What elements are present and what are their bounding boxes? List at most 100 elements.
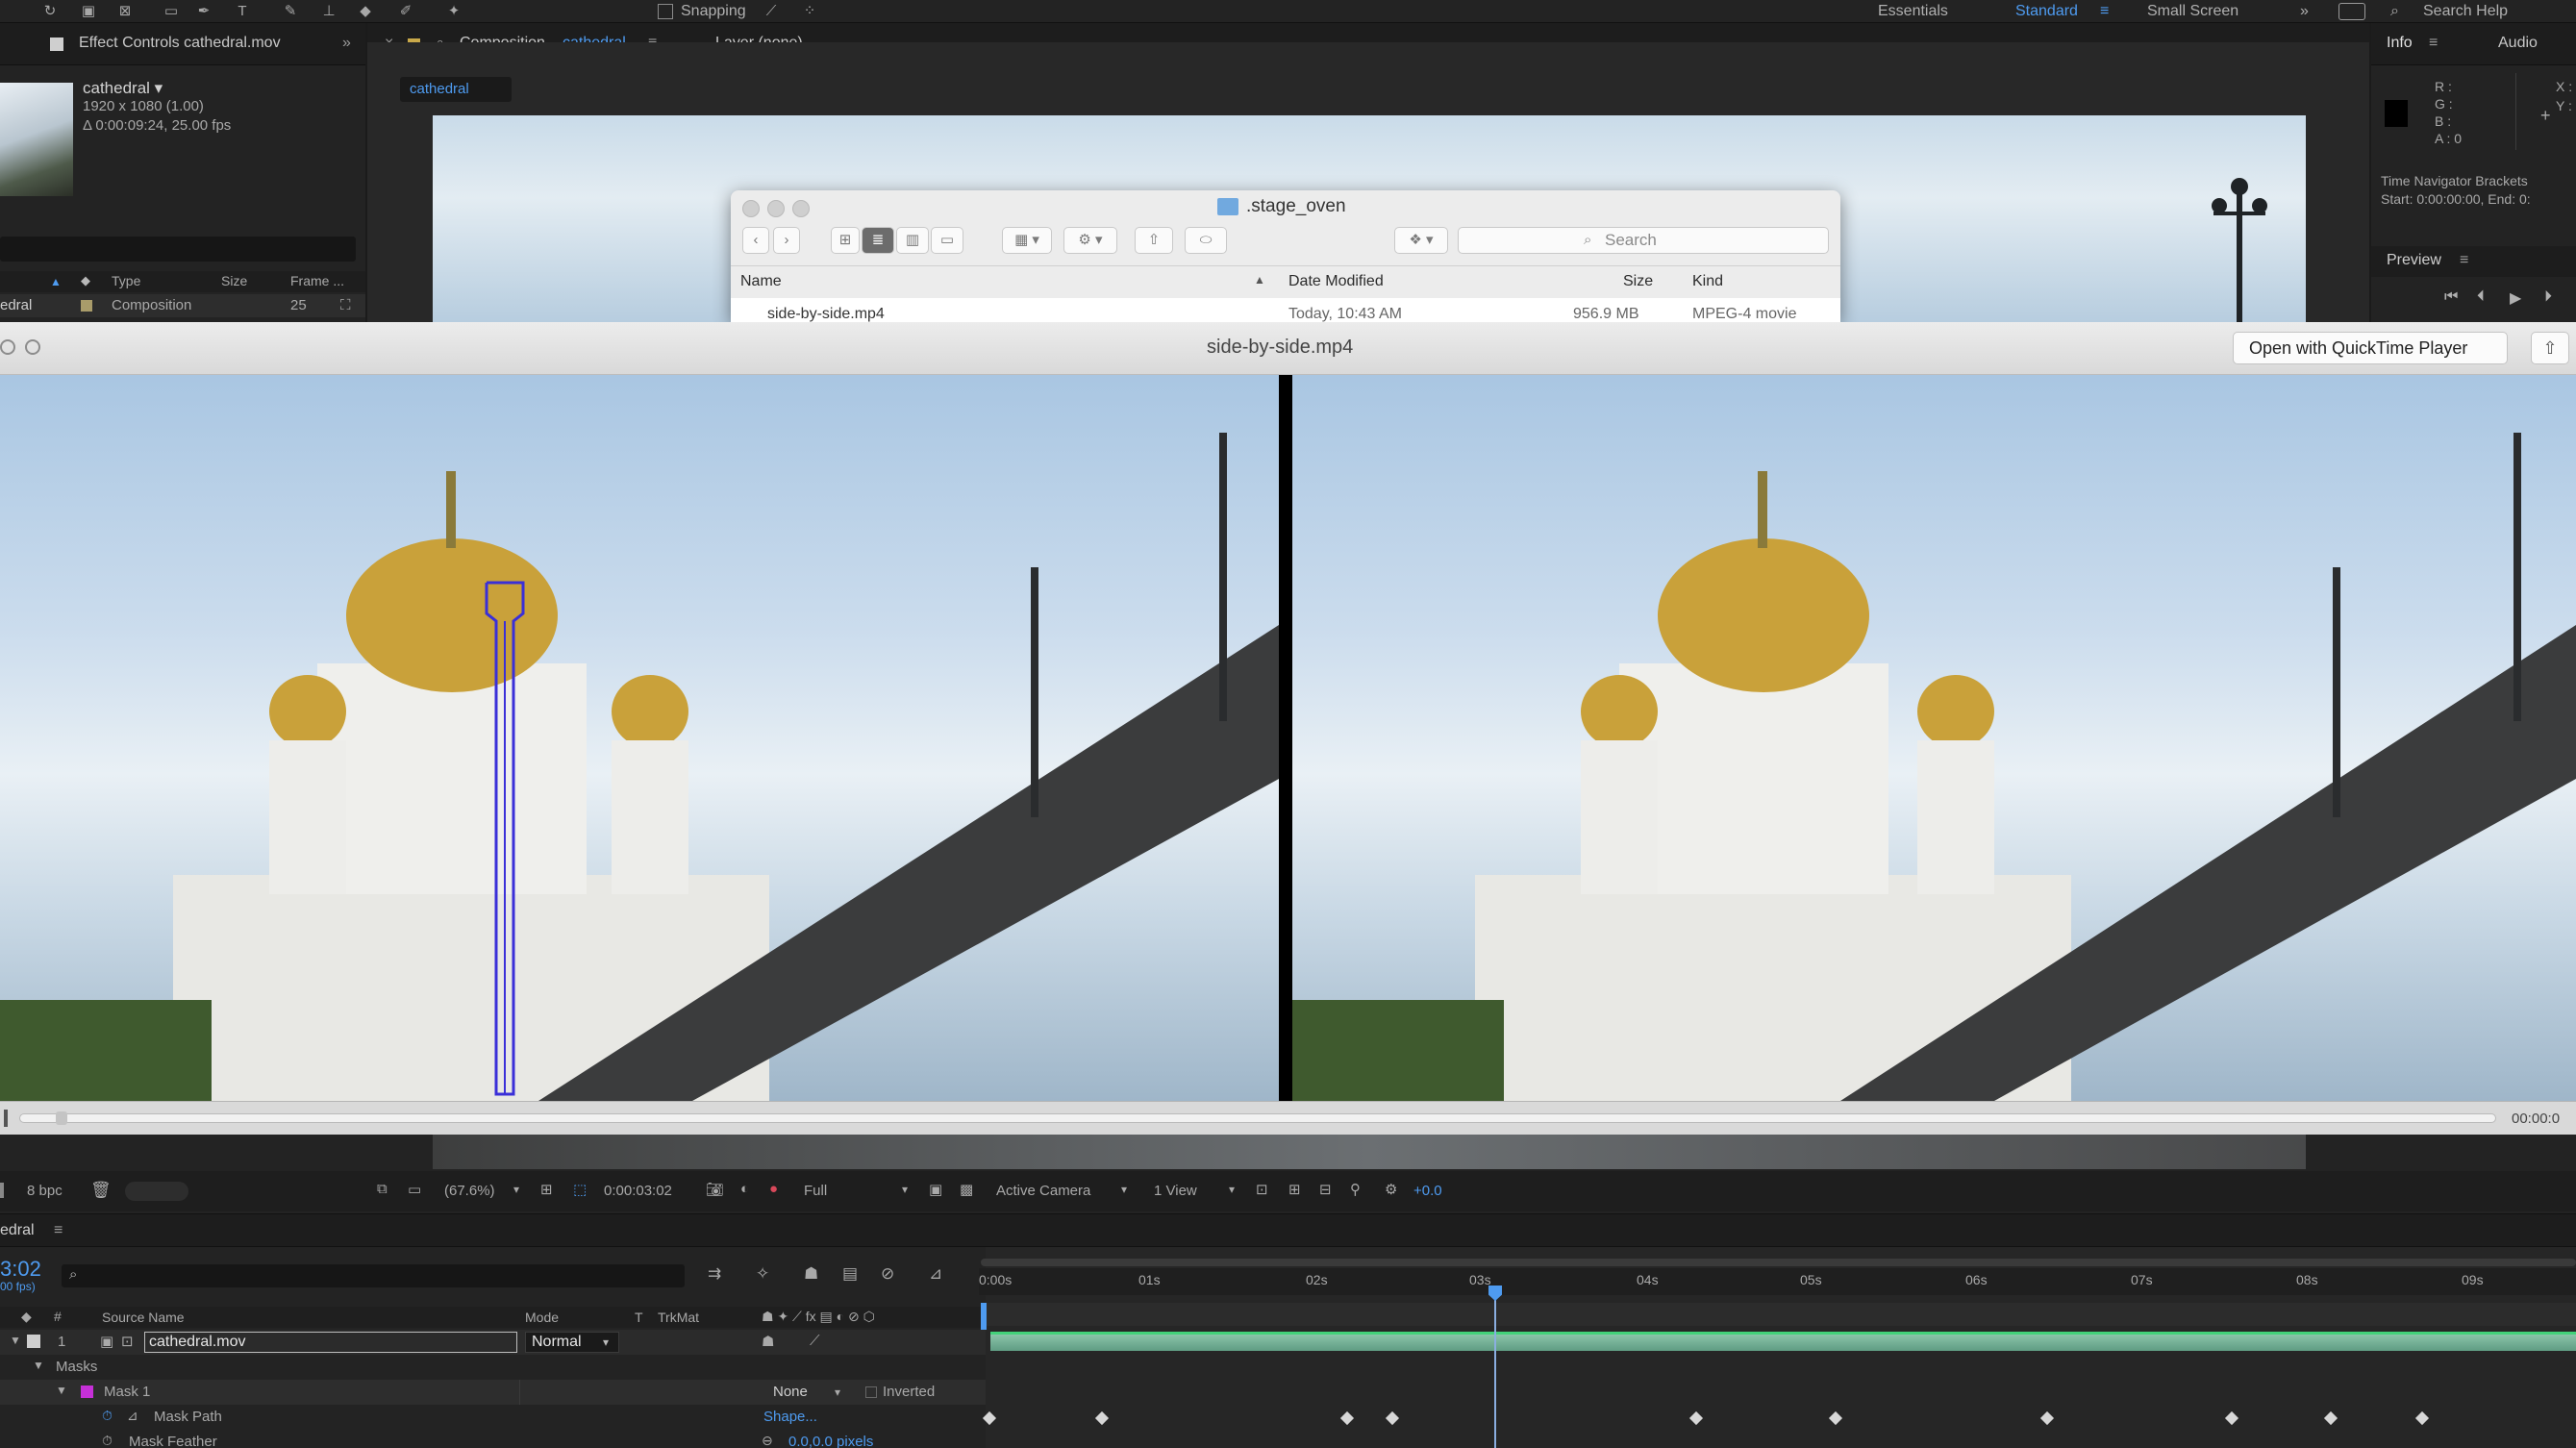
always-preview-icon[interactable]: ⧉ xyxy=(377,1181,388,1197)
puppet-tool-icon[interactable]: ✦ xyxy=(442,2,465,21)
view-layout-dropdown[interactable]: 1 View xyxy=(1154,1183,1197,1199)
finder-file-row[interactable]: side-by-side.mp4 Today, 10:43 AM 956.9 M… xyxy=(731,298,1840,322)
workspace-standard[interactable]: Standard xyxy=(2015,2,2078,21)
column-source-name[interactable]: Source Name xyxy=(102,1310,185,1325)
column-view-button[interactable]: ▥ xyxy=(896,227,929,254)
workspace-menu-icon[interactable]: ≡ xyxy=(2100,2,2109,21)
workspace-essentials[interactable]: Essentials xyxy=(1878,2,1948,21)
mask-visibility-icon[interactable]: ⬚ xyxy=(573,1181,587,1198)
current-time-display[interactable]: 0:00:03:02 xyxy=(604,1183,672,1199)
mask-feather-row[interactable]: ⏱ Mask Feather ⊖ 0.0,0.0 pixels xyxy=(0,1430,986,1448)
tab-preview[interactable]: Preview xyxy=(2387,252,2441,269)
column-frame-rate[interactable]: Frame ... xyxy=(290,273,344,288)
snapshot-camera-icon[interactable]: 📷︎ xyxy=(706,1181,724,1198)
reset-exposure-icon[interactable]: ⚙ xyxy=(1385,1181,1397,1198)
preview-menu-icon[interactable]: ≡ xyxy=(2460,252,2468,269)
camera-view-dropdown[interactable]: Active Camera xyxy=(996,1183,1090,1199)
quicklook-share-icon[interactable]: ⇧ xyxy=(2531,332,2569,364)
timeline-current-time[interactable]: 3:02 xyxy=(0,1257,41,1282)
timeline-search-field[interactable]: ⌕ xyxy=(62,1264,685,1287)
grid-guides-icon[interactable]: ⊞ xyxy=(540,1181,553,1198)
work-area-start-handle[interactable] xyxy=(981,1303,987,1330)
exposure-value[interactable]: +0.0 xyxy=(1413,1183,1442,1199)
previous-frame-icon[interactable]: ⏴ xyxy=(2477,288,2485,306)
timeline-layer-row[interactable]: ▼ 1 ▣ ⊡ cathedral.mov Normal ▾ ☗ ⟋ xyxy=(0,1330,986,1355)
shy-layers-icon[interactable]: ☗ xyxy=(804,1264,818,1284)
mask-feather-stopwatch-icon[interactable]: ⏱ xyxy=(102,1433,113,1448)
quality-switch-icon[interactable]: ⟋ xyxy=(810,1333,820,1349)
graph-icon[interactable]: ⊿ xyxy=(127,1408,138,1424)
brush-tool-icon[interactable]: ✎ xyxy=(279,2,302,21)
work-area-bar[interactable] xyxy=(981,1259,2576,1266)
show-snapshot-icon[interactable]: ◐ xyxy=(740,1181,749,1197)
fast-previews-icon[interactable]: ⊞ xyxy=(1288,1181,1301,1198)
roto-brush-tool-icon[interactable]: ✐ xyxy=(394,2,417,21)
quicklook-video[interactable] xyxy=(0,375,2576,1101)
finder-close-button[interactable] xyxy=(742,200,760,217)
column-mode[interactable]: Mode xyxy=(525,1310,559,1325)
finder-column-kind[interactable]: Kind xyxy=(1692,273,1723,290)
next-frame-icon[interactable]: ⏵ xyxy=(2544,288,2552,306)
arrange-button[interactable]: ▦ ▾ xyxy=(1002,227,1052,254)
comp-mini-flowchart-icon[interactable]: ⇉ xyxy=(708,1264,721,1284)
time-ruler[interactable]: 0:00s 01s 02s 03s 04s 05s 06s 07s 08s 09… xyxy=(979,1268,2576,1295)
list-view-button[interactable]: ≣ xyxy=(862,227,894,254)
magnification-dropdown[interactable]: (67.6%) xyxy=(444,1183,495,1199)
workspace-small-screen[interactable]: Small Screen xyxy=(2147,2,2238,21)
eraser-tool-icon[interactable]: ◆ xyxy=(354,2,377,21)
motion-blur-icon[interactable]: ⊘ xyxy=(881,1264,894,1284)
finder-column-name[interactable]: Name xyxy=(740,273,782,290)
column-size[interactable]: Size xyxy=(221,273,247,288)
mask-expand-icon[interactable]: ▼ xyxy=(56,1384,67,1397)
mask-row[interactable]: ▼ Mask 1 None ▾ Inverted xyxy=(0,1380,986,1405)
frame-blending-icon[interactable]: ▤ xyxy=(842,1264,858,1284)
layer-name-field[interactable]: cathedral.mov xyxy=(144,1332,517,1353)
panel-menu-icon[interactable] xyxy=(50,37,63,51)
flowchart-icon[interactable]: ⛶ xyxy=(340,297,351,313)
type-tool-icon[interactable]: T xyxy=(231,2,254,21)
project-row[interactable]: edral Composition 25 ⛶ xyxy=(0,294,365,317)
mask-path-overlay[interactable] xyxy=(471,575,538,1101)
masks-expand-icon[interactable]: ▼ xyxy=(33,1359,44,1372)
finder-zoom-button[interactable] xyxy=(792,200,810,217)
project-slider[interactable] xyxy=(125,1182,188,1201)
project-bpc[interactable]: 8 bpc xyxy=(27,1183,63,1199)
snap-icon[interactable]: ⟋ xyxy=(760,2,783,21)
current-time-indicator[interactable] xyxy=(1494,1287,1496,1448)
trash-icon[interactable]: 🗑︎ xyxy=(90,1181,112,1200)
pan-behind-tool-icon[interactable]: ⊠ xyxy=(113,2,137,21)
layer-expand-icon[interactable]: ▼ xyxy=(10,1334,21,1347)
rotate-tool-icon[interactable]: ↻ xyxy=(38,2,62,21)
quicklook-scrubber-knob[interactable] xyxy=(56,1111,67,1125)
shy-switch-icon[interactable]: ☗ xyxy=(762,1333,774,1350)
pen-tool-icon[interactable]: ✒ xyxy=(192,2,215,21)
mask-mode-dropdown[interactable]: None xyxy=(773,1384,808,1400)
share-button[interactable]: ⇧ xyxy=(1135,227,1173,254)
clone-stamp-tool-icon[interactable]: ⊥ xyxy=(317,2,340,21)
search-help-field[interactable]: Search Help xyxy=(2423,2,2508,21)
camera-tool-icon[interactable]: ▣ xyxy=(77,2,100,21)
quicklook-close-icon[interactable] xyxy=(0,339,15,355)
timeline-comp-tab[interactable]: edral xyxy=(0,1222,35,1239)
masks-group-row[interactable]: ▼ Masks xyxy=(0,1355,986,1380)
play-icon[interactable]: ▶ xyxy=(2510,288,2521,308)
region-of-interest-icon[interactable]: ▣ xyxy=(929,1181,942,1198)
breadcrumb-cathedral[interactable]: cathedral xyxy=(410,81,469,97)
layer-visibility-icon[interactable] xyxy=(27,1335,40,1348)
link-icon[interactable]: ⊖ xyxy=(762,1433,773,1448)
tab-effect-controls[interactable]: Effect Controls cathedral.mov xyxy=(79,35,281,52)
snapping-checkbox[interactable] xyxy=(658,4,673,19)
mask-path-row[interactable]: ⏱ ⊿ Mask Path Shape... xyxy=(0,1405,986,1430)
layer-duration-bar[interactable] xyxy=(990,1332,2576,1351)
column-t[interactable]: T xyxy=(635,1310,643,1325)
cover-flow-button[interactable]: ▭ xyxy=(931,227,963,254)
snap-options-icon[interactable]: ⁘ xyxy=(798,2,821,21)
quicklook-scrubber[interactable] xyxy=(19,1113,2496,1123)
finder-search-field[interactable]: ⌕ Search xyxy=(1458,227,1829,254)
icon-view-button[interactable]: ⊞ xyxy=(831,227,860,254)
column-type[interactable]: Type xyxy=(112,273,140,288)
first-frame-icon[interactable]: ⏮ xyxy=(2444,288,2458,306)
timeline-icon[interactable]: ⊟ xyxy=(1319,1181,1332,1198)
resolution-dropdown[interactable]: Full xyxy=(804,1183,827,1199)
graph-editor-icon[interactable]: ⊿ xyxy=(929,1264,942,1284)
